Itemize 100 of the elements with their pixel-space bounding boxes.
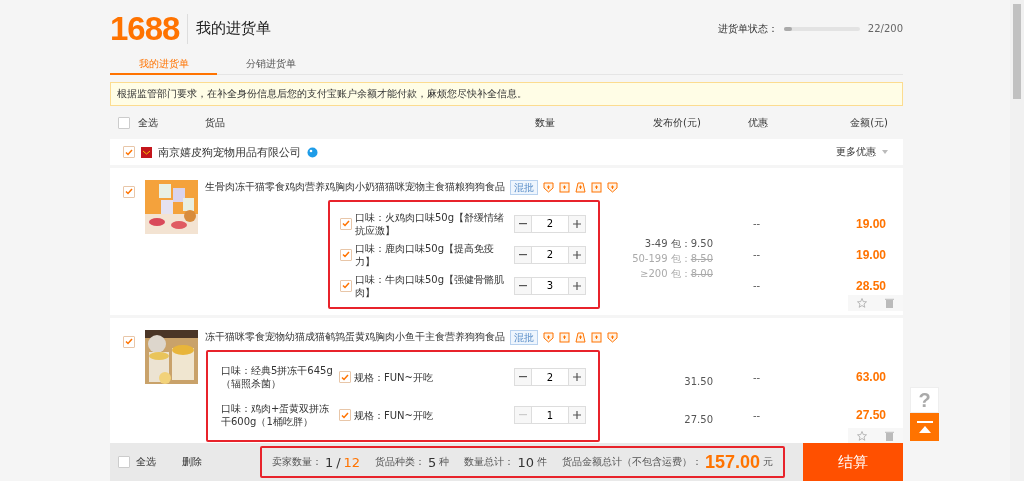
discount-value: -- — [753, 409, 761, 421]
scrollbar[interactable] — [1010, 0, 1024, 481]
quantity-stepper[interactable]: 2 — [514, 214, 586, 233]
quantity-field[interactable]: 2 — [531, 246, 569, 263]
back-to-top-icon — [916, 421, 933, 433]
product-title[interactable]: 冻干猫咪零食宠物幼猫成猫鹌鹑蛋黄鸡胸肉小鱼干主食营养狗狗食品 — [205, 330, 505, 344]
product-title[interactable]: 生骨肉冻干猫零食鸡肉营养鸡胸肉小奶猫猫咪宠物主食猫粮狗狗食品 — [205, 180, 505, 194]
quantity-label: 数量总计： — [464, 455, 515, 469]
quantity-stepper[interactable]: 2 — [514, 245, 586, 264]
kinds-label: 货品种类： — [375, 455, 426, 469]
more-offers-dropdown[interactable]: 更多优惠 — [836, 145, 888, 159]
page-title: 我的进货单 — [196, 19, 272, 38]
checkbox[interactable] — [123, 185, 135, 198]
minus-icon — [519, 253, 527, 256]
checkbox[interactable] — [123, 146, 135, 158]
total-amount: 157.00 — [704, 451, 760, 473]
discount-value: -- — [753, 371, 761, 383]
unit-price: 31.50 — [684, 375, 713, 387]
variant-flavor: 口味：火鸡肉口味50g【舒缓情绪抗应激】 — [355, 210, 505, 237]
quantity-stepper[interactable]: 2 — [514, 368, 586, 386]
kinds-unit: 种 — [439, 455, 450, 469]
minus-button[interactable] — [515, 246, 531, 263]
star-icon[interactable] — [857, 298, 867, 308]
seller-separator: / — [336, 454, 341, 470]
price-tier-label: ≥200 包：8.00 — [640, 267, 713, 281]
shield-icon — [543, 331, 554, 343]
unit-price: 27.50 — [684, 413, 713, 425]
plus-button[interactable] — [569, 215, 585, 232]
variant-flavor: 口味：经典5拼冻干645g（辐照杀菌） — [221, 364, 334, 390]
plus-icon — [573, 250, 581, 259]
minus-icon — [519, 376, 527, 378]
minus-icon — [519, 414, 527, 416]
minus-button[interactable] — [515, 277, 531, 294]
status-count: 22/200 — [867, 23, 903, 34]
quantity-field[interactable]: 2 — [531, 215, 569, 232]
checkbox[interactable] — [339, 409, 351, 421]
minus-button[interactable] — [515, 369, 531, 385]
column-header: 发布价(元) — [653, 115, 702, 130]
checkbox[interactable] — [340, 248, 352, 261]
price-tier-label: 50-199 包：8.50 — [632, 252, 713, 266]
shield-icon — [543, 181, 554, 193]
quantity-field[interactable]: 2 — [531, 369, 569, 385]
checkbox[interactable] — [123, 335, 135, 348]
line-amount: 19.00 — [855, 247, 886, 262]
total-label: 货品金额总计（不包含运费）： — [561, 455, 702, 469]
delete-link[interactable]: 删除 — [182, 455, 202, 469]
bag-icon — [575, 181, 586, 193]
trash-icon[interactable] — [885, 298, 894, 308]
shop-name[interactable]: 南京嬉皮狗宠物用品有限公司 — [158, 144, 301, 160]
discount-value: -- — [753, 249, 761, 260]
seller-total: 12 — [343, 454, 361, 470]
variant-flavor: 口味：牛肉口味50g【强健骨骼肌肉】 — [355, 272, 505, 299]
select-all-checkbox[interactable] — [118, 456, 130, 468]
checkbox[interactable] — [340, 279, 352, 292]
select-all-label: 全选 — [138, 115, 158, 130]
line-amount: 28.50 — [855, 278, 886, 293]
trash-icon[interactable] — [885, 431, 894, 441]
shop-logo-icon — [141, 146, 152, 158]
price-tier-label: 3-49 包：9.50 — [644, 237, 713, 251]
quantity-stepper[interactable]: 1 — [514, 406, 586, 424]
mixed-batch-tag: 混批 — [510, 179, 538, 195]
chat-icon[interactable] — [307, 146, 318, 158]
plus-icon — [573, 219, 581, 228]
line-amount: 27.50 — [855, 408, 886, 422]
variant-spec: 规格：FUN~开吃 — [354, 370, 434, 384]
line-amount: 19.00 — [855, 216, 886, 231]
seller-selected: 1 — [324, 454, 334, 470]
column-header: 数量 — [535, 115, 556, 130]
checkbox[interactable] — [339, 371, 351, 383]
plus-button[interactable] — [569, 246, 585, 263]
mixed-batch-tag: 混批 — [510, 329, 538, 345]
plus-button[interactable] — [569, 369, 585, 385]
discount-value: -- — [753, 218, 761, 229]
plus-icon — [573, 281, 581, 290]
caret-icon — [882, 150, 888, 154]
minus-icon — [519, 284, 527, 287]
tab[interactable]: 分销进货单 — [217, 57, 324, 75]
quantity-field[interactable]: 1 — [531, 407, 569, 423]
plus-icon — [573, 411, 581, 419]
column-header: 金额(元) — [850, 115, 888, 130]
quantity-unit: 件 — [536, 455, 547, 469]
star-icon[interactable] — [857, 431, 867, 441]
notice-banner: 根据监管部门要求，在补全身份信息后您的支付宝账户余额才能付款，麻烦您尽快补全信息。 — [110, 82, 903, 106]
quantity-stepper[interactable]: 3 — [514, 276, 586, 295]
column-header: 优惠 — [748, 115, 768, 130]
line-amount: 63.00 — [855, 370, 886, 384]
quantity-total: 10 — [517, 454, 534, 470]
back-to-top-button[interactable] — [910, 413, 939, 441]
quantity-field[interactable]: 3 — [531, 277, 569, 294]
plus-button[interactable] — [569, 407, 585, 423]
bag-icon — [575, 331, 586, 343]
checkbox[interactable] — [340, 217, 352, 230]
variant-spec: 规格：FUN~开吃 — [354, 408, 434, 422]
status-label: 进货单状态： — [717, 21, 778, 36]
kinds-count: 5 — [428, 454, 437, 470]
plus-button[interactable] — [569, 277, 585, 294]
variant-flavor: 口味：鹿肉口味50g【提高免疫力】 — [355, 241, 496, 268]
minus-button[interactable] — [515, 215, 531, 232]
select-all-checkbox[interactable] — [118, 116, 130, 129]
select-all-label: 全选 — [136, 455, 156, 469]
